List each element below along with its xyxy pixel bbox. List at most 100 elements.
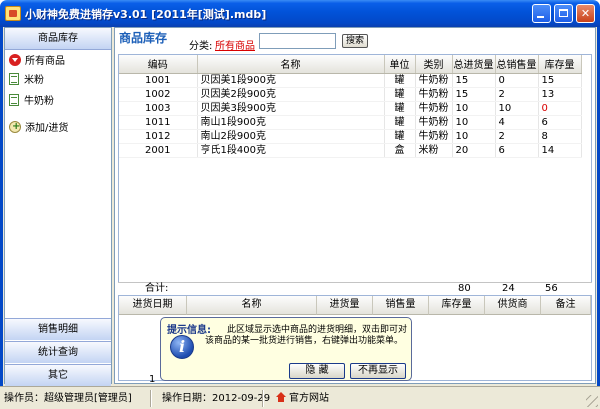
status-divider [262, 390, 264, 407]
status-operator: 操作员：超级管理员[管理员] [4, 393, 132, 404]
cell-name: 南山1段900克 [197, 115, 385, 130]
cell-total-in: 15 [452, 73, 496, 88]
table-row[interactable]: 1002 贝因美2段900克罐牛奶粉 15 2 13 [119, 87, 582, 102]
official-website-link[interactable]: 官方网站 [276, 391, 329, 406]
add-icon [9, 119, 21, 135]
column-header-sold-qty[interactable]: 销售量 [373, 296, 429, 315]
cell-total-in: 20 [452, 143, 496, 158]
title-bar[interactable]: 小财神免费进销存v3.01 [2011年[测试].mdb] ✕ [0, 0, 600, 27]
column-header-stock-qty[interactable]: 库存量 [429, 296, 485, 315]
column-header-purchase-date[interactable]: 进货日期 [119, 296, 187, 315]
column-header-remark[interactable]: 备注 [541, 296, 591, 315]
home-icon [276, 392, 286, 402]
search-button[interactable]: 搜索 [342, 34, 368, 48]
column-header-total-sold[interactable]: 总销售量 [495, 55, 539, 74]
cell-code: 2001 [119, 143, 198, 158]
cell-total-in: 15 [452, 87, 496, 102]
sidebar-item-label: 所有商品 [25, 56, 65, 67]
minimize-button[interactable] [532, 4, 551, 23]
category-link[interactable]: 所有商品 [215, 37, 255, 52]
column-header-purchase-qty[interactable]: 进货量 [317, 296, 373, 315]
column-header-stock[interactable]: 库存量 [538, 55, 582, 74]
info-balloon: 提示信息: i 此区域显示选中商品的进货明细，双击即可对该商品的某一批货进行销售… [160, 317, 412, 381]
total-sold-value: 24 [502, 283, 515, 294]
official-website-label: 官方网站 [289, 393, 329, 404]
document-icon [9, 73, 19, 85]
cell-category: 牛奶粉 [415, 87, 453, 102]
column-header-name[interactable]: 名称 [197, 55, 385, 74]
column-header-unit[interactable]: 单位 [384, 55, 416, 74]
status-bar: 操作员：超级管理员[管理员] 操作日期：2012-09-29 官方网站 [0, 386, 600, 409]
cell-name: 贝因美1段900克 [197, 73, 385, 88]
table-row[interactable]: 1001 贝因美1段900克罐牛奶粉 15 0 15 [119, 73, 582, 88]
column-header-code[interactable]: 编码 [119, 55, 198, 74]
column-header-item-name[interactable]: 名称 [187, 296, 317, 315]
hide-button[interactable]: 隐 藏 [289, 363, 345, 379]
cell-name: 贝因美2段900克 [197, 87, 385, 102]
table-row[interactable]: 1012 南山2段900克罐牛奶粉 10 2 8 [119, 129, 582, 144]
cell-stock: 0 [538, 101, 582, 116]
table-row[interactable]: 1003 贝因美3段900克罐牛奶粉 10 10 0 [119, 101, 582, 116]
cell-stock: 13 [538, 87, 582, 102]
resize-grip[interactable] [586, 395, 598, 407]
cell-name: 亨氏1段400克 [197, 143, 385, 158]
sidebar-header-inventory[interactable]: 商品库存 [5, 28, 111, 50]
cell-unit: 罐 [384, 129, 416, 144]
document-icon [9, 94, 19, 106]
other-button[interactable]: 其它 [5, 364, 111, 386]
search-input[interactable] [259, 33, 336, 49]
sidebar-item-milk-powder[interactable]: 牛奶粉 [9, 94, 54, 110]
totals-row: 合计: 80 24 56 [118, 282, 592, 295]
sidebar-item-label: 牛奶粉 [24, 96, 54, 107]
balloon-message: 此区域显示选中商品的进货明细，双击即可对该商品的某一批货进行销售，右键弹出功能菜… [205, 325, 408, 346]
cell-unit: 盒 [384, 143, 416, 158]
table-row[interactable]: 2001 亨氏1段400克盒米粉 20 6 14 [119, 143, 582, 158]
cell-code: 1012 [119, 129, 198, 144]
inventory-table: 编码 名称 单位 类别 总进货量 总销售量 库存量 1001 贝因美1段900克罐… [119, 55, 582, 158]
cell-total-in: 10 [452, 101, 496, 116]
cell-total-in: 10 [452, 115, 496, 130]
sidebar-item-add-purchase[interactable]: 添加/进货 [9, 119, 68, 137]
sidebar-item-label: 米粉 [24, 75, 44, 86]
table-row[interactable]: 1011 南山1段900克罐牛奶粉 10 4 6 [119, 115, 582, 130]
cell-category: 牛奶粉 [415, 101, 453, 116]
inventory-grid[interactable]: 编码 名称 单位 类别 总进货量 总销售量 库存量 1001 贝因美1段900克罐… [118, 54, 592, 294]
cell-stock: 14 [538, 143, 582, 158]
column-header-supplier[interactable]: 供货商 [485, 296, 541, 315]
minimize-icon [537, 16, 544, 18]
cell-unit: 罐 [384, 115, 416, 130]
cell-code: 1002 [119, 87, 198, 102]
maximize-button[interactable] [554, 4, 573, 23]
cell-total-sold: 2 [495, 87, 539, 102]
column-header-category[interactable]: 类别 [415, 55, 453, 74]
status-divider [150, 390, 152, 407]
sidebar-item-rice-flour[interactable]: 米粉 [9, 73, 44, 89]
cell-name: 南山2段900克 [197, 129, 385, 144]
maximize-icon [559, 9, 568, 17]
panel-title: 商品库存 [119, 31, 168, 45]
cell-category: 牛奶粉 [415, 129, 453, 144]
cell-unit: 罐 [384, 73, 416, 88]
column-header-total-in[interactable]: 总进货量 [452, 55, 496, 74]
sidebar: 商品库存 所有商品 米粉 牛奶粉 添加/进货 销售明细 统计查询 其它 [4, 27, 112, 386]
cell-category: 牛奶粉 [415, 73, 453, 88]
status-date: 操作日期：2012-09-29 [162, 393, 271, 404]
cell-code: 1003 [119, 101, 198, 116]
cell-total-sold: 0 [495, 73, 539, 88]
cell-stock: 15 [538, 73, 582, 88]
info-icon: i [170, 335, 194, 359]
sidebar-item-all-products[interactable]: 所有商品 [9, 54, 65, 70]
statistics-query-button[interactable]: 统计查询 [5, 341, 111, 363]
close-icon: ✕ [580, 7, 591, 20]
total-in-value: 80 [458, 283, 471, 294]
cell-stock: 8 [538, 129, 582, 144]
close-button[interactable]: ✕ [576, 4, 595, 23]
cell-unit: 罐 [384, 87, 416, 102]
cell-category: 米粉 [415, 143, 453, 158]
dont-show-again-button[interactable]: 不再显示 [350, 363, 406, 379]
cell-total-sold: 6 [495, 143, 539, 158]
app-icon[interactable] [5, 6, 21, 21]
red-down-arrow-icon [9, 54, 21, 66]
sales-detail-button[interactable]: 销售明细 [5, 318, 111, 340]
cell-stock: 6 [538, 115, 582, 130]
